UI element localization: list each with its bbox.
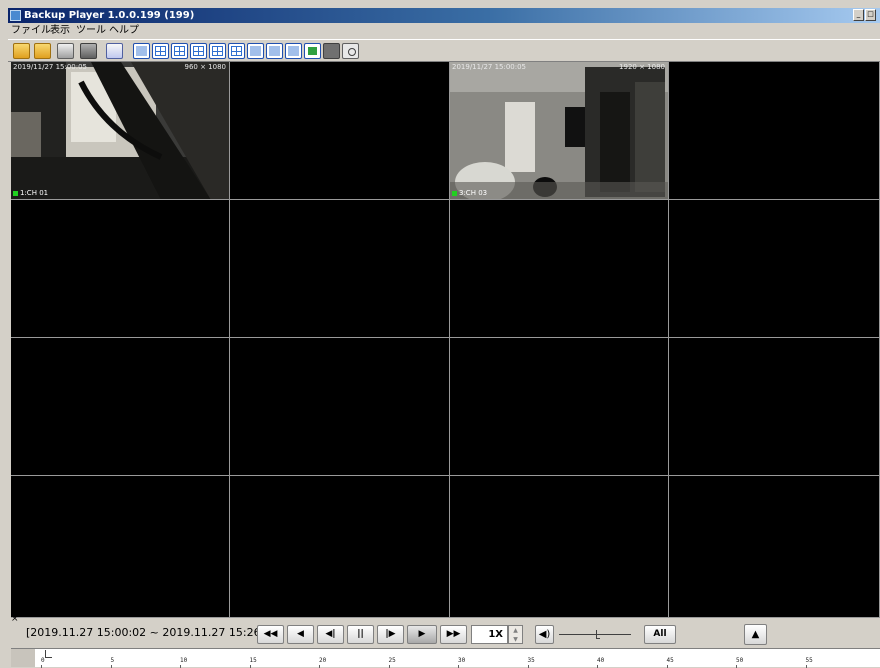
snapshot-icon[interactable] <box>342 43 359 59</box>
menu-help[interactable]: ヘルプ <box>109 23 139 39</box>
eject-button[interactable]: ▲ <box>744 624 767 645</box>
playback-controls: × [2019.11.27 15:00:02 ~ 2019.11.27 15:2… <box>8 614 880 648</box>
open-file-icon[interactable] <box>34 43 51 59</box>
video-cell-ch04[interactable] <box>669 62 880 200</box>
video-cell-ch07[interactable] <box>450 200 669 338</box>
video-cell-ch13[interactable] <box>11 476 230 618</box>
video-cell-ch12[interactable] <box>669 338 880 476</box>
layout-16-icon[interactable] <box>228 43 245 59</box>
maximize-button[interactable]: □ <box>865 9 876 21</box>
video-cell-ch01[interactable]: 2019/11/27 15:00:05 960 × 1080 1:CH 01 <box>11 62 230 200</box>
layout-4-icon[interactable] <box>152 43 169 59</box>
window-title: Backup Player 1.0.0.199 (199) <box>24 10 195 21</box>
recording-indicator-icon <box>13 190 18 196</box>
menu-file[interactable]: ファイル <box>11 23 51 39</box>
play-button[interactable]: ▶ <box>407 625 437 644</box>
print-icon[interactable] <box>57 43 74 59</box>
timeline-tick-label: 35 <box>527 657 535 664</box>
pause-button[interactable]: || <box>347 625 374 644</box>
layout-1-icon[interactable] <box>133 43 150 59</box>
layout-9-icon[interactable] <box>209 43 226 59</box>
video-cell-ch11[interactable] <box>450 338 669 476</box>
timeline-tick-label: 0 <box>41 657 45 664</box>
camera-icon[interactable] <box>80 43 97 59</box>
toolbar <box>8 39 880 62</box>
timeline-tick-label: 45 <box>666 657 674 664</box>
speed-spinner[interactable]: ▲ ▼ <box>508 625 523 644</box>
video-cell-ch09[interactable] <box>11 338 230 476</box>
timeline-tick-label: 40 <box>597 657 605 664</box>
timeline-tick-label: 5 <box>110 657 115 664</box>
layout-custom-1-icon[interactable] <box>247 43 264 59</box>
rewind-button[interactable]: ◀◀ <box>257 625 284 644</box>
record-icon[interactable] <box>323 43 340 59</box>
all-button[interactable]: All <box>644 625 676 644</box>
timeline-tick-label: 55 <box>805 657 813 664</box>
ch01-channel-name: 1:CH 01 <box>20 189 49 197</box>
video-cell-ch10[interactable] <box>230 338 450 476</box>
video-cell-ch15[interactable] <box>450 476 669 618</box>
video-cell-ch06[interactable] <box>230 200 450 338</box>
ch01-video-frame <box>11 62 229 199</box>
ch03-channel-name: 3:CH 03 <box>459 189 488 197</box>
backup-player-window: Backup Player 1.0.0.199 (199) _ □ ファイル 表… <box>8 8 880 668</box>
ch03-channel-label: 3:CH 03 <box>452 189 487 197</box>
layout-8-icon[interactable] <box>190 43 207 59</box>
ch01-timestamp: 2019/11/27 15:00:05 <box>13 63 88 71</box>
timeline-tick-label: 10 <box>180 657 188 664</box>
timeline-tick-label: 25 <box>388 657 396 664</box>
volume-slider[interactable] <box>559 634 631 635</box>
layout-custom-3-icon[interactable] <box>285 43 302 59</box>
recording-indicator-icon <box>452 190 457 196</box>
timeline-cursor[interactable] <box>45 650 53 658</box>
timeline-tick-label: 20 <box>319 657 327 664</box>
ch03-timestamp: 2019/11/27 15:00:05 <box>452 63 527 71</box>
layout-6-icon[interactable] <box>171 43 188 59</box>
volume-icon[interactable]: ◀) <box>535 625 554 644</box>
timeline-tick-label: 15 <box>249 657 257 664</box>
timeline-tick-label: 50 <box>736 657 744 664</box>
step-forward-button[interactable]: |▶ <box>377 625 404 644</box>
menu-bar: ファイル 表示 ツール ヘルプ <box>8 23 880 39</box>
menu-view[interactable]: 表示 <box>50 23 70 39</box>
video-cell-ch16[interactable] <box>669 476 880 618</box>
backup-icon[interactable] <box>106 43 123 59</box>
video-cell-ch03[interactable]: 2019/11/27 15:00:05 1920 × 1080 3:CH 03 <box>450 62 669 200</box>
layout-custom-2-icon[interactable] <box>266 43 283 59</box>
reverse-play-button[interactable]: ◀ <box>287 625 314 644</box>
video-cell-ch08[interactable] <box>669 200 880 338</box>
step-back-button[interactable]: ◀| <box>317 625 344 644</box>
ch03-resolution: 1920 × 1080 <box>619 63 665 71</box>
close-panel-icon[interactable]: × <box>11 614 19 624</box>
ch03-video-frame <box>450 62 668 199</box>
app-icon <box>10 10 21 21</box>
volume-slider-thumb[interactable] <box>596 630 601 639</box>
ch01-resolution: 960 × 1080 <box>184 63 227 71</box>
minimize-button[interactable]: _ <box>853 9 864 21</box>
video-grid: 2019/11/27 15:00:05 960 × 1080 1:CH 01 2… <box>11 62 880 618</box>
open-folder-icon[interactable] <box>13 43 30 59</box>
video-cell-ch05[interactable] <box>11 200 230 338</box>
video-cell-ch02[interactable] <box>230 62 450 200</box>
timeline-tick-label: 30 <box>458 657 466 664</box>
video-cell-ch14[interactable] <box>230 476 450 618</box>
speed-field[interactable]: 1X <box>471 625 508 644</box>
fast-forward-button[interactable]: ▶▶ <box>440 625 467 644</box>
ch01-channel-label: 1:CH 01 <box>13 189 48 197</box>
timeline[interactable]: 0 5 10 15 20 25 30 35 40 45 50 55 <box>35 648 880 668</box>
timeline-side-panel <box>11 648 35 667</box>
title-bar[interactable]: Backup Player 1.0.0.199 (199) _ □ <box>8 8 880 23</box>
menu-tools[interactable]: ツール <box>76 23 106 39</box>
fullscreen-icon[interactable] <box>304 43 321 59</box>
playback-time-range: [2019.11.27 15:00:02 ~ 2019.11.27 15:26:… <box>26 626 283 639</box>
